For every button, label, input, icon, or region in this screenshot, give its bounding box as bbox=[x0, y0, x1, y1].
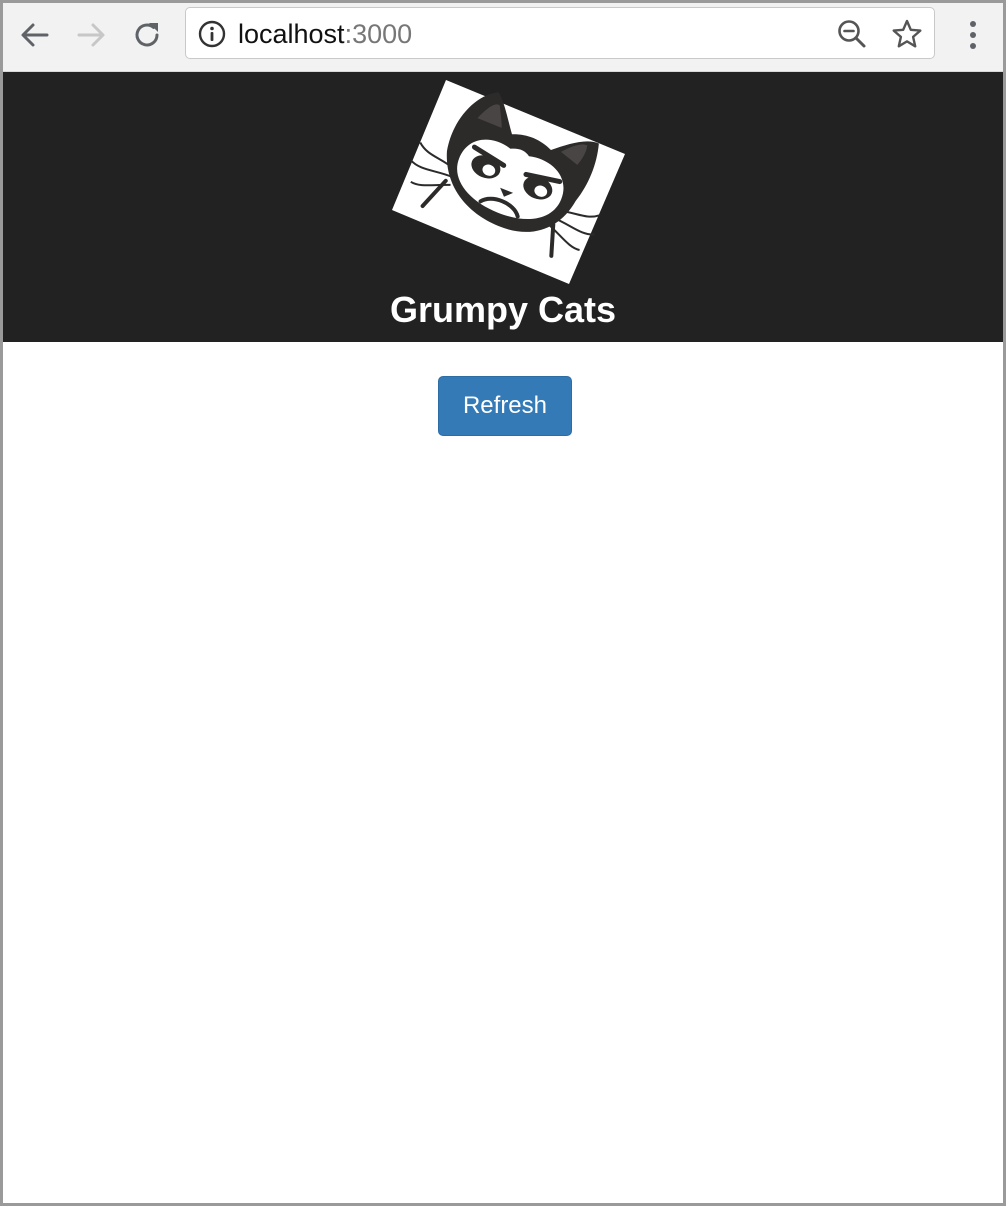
url-text[interactable]: localhost:3000 bbox=[238, 19, 412, 49]
grumpy-cat-logo bbox=[392, 80, 625, 284]
url-host: localhost bbox=[238, 19, 345, 49]
site-title: Grumpy Cats bbox=[389, 289, 617, 330]
page-header: Grumpy Cats bbox=[3, 72, 1003, 342]
back-arrow-icon bbox=[21, 23, 49, 47]
kebab-menu-icon bbox=[970, 21, 976, 49]
reload-button[interactable] bbox=[127, 15, 167, 55]
url-port: :3000 bbox=[344, 19, 413, 49]
menu-button[interactable] bbox=[953, 15, 993, 55]
star-icon[interactable] bbox=[891, 18, 923, 50]
refresh-button[interactable]: Refresh bbox=[438, 376, 572, 436]
back-button[interactable] bbox=[15, 15, 55, 55]
forward-button[interactable] bbox=[71, 15, 111, 55]
browser-window: localhost:3000 Grumpy Cats Refresh bbox=[0, 0, 1006, 1206]
reload-icon bbox=[135, 23, 159, 47]
address-bar[interactable]: localhost:3000 bbox=[185, 7, 935, 59]
info-icon[interactable] bbox=[198, 20, 226, 48]
zoom-out-icon[interactable] bbox=[836, 18, 868, 50]
forward-arrow-icon bbox=[77, 23, 105, 47]
browser-toolbar: localhost:3000 bbox=[3, 3, 1003, 72]
